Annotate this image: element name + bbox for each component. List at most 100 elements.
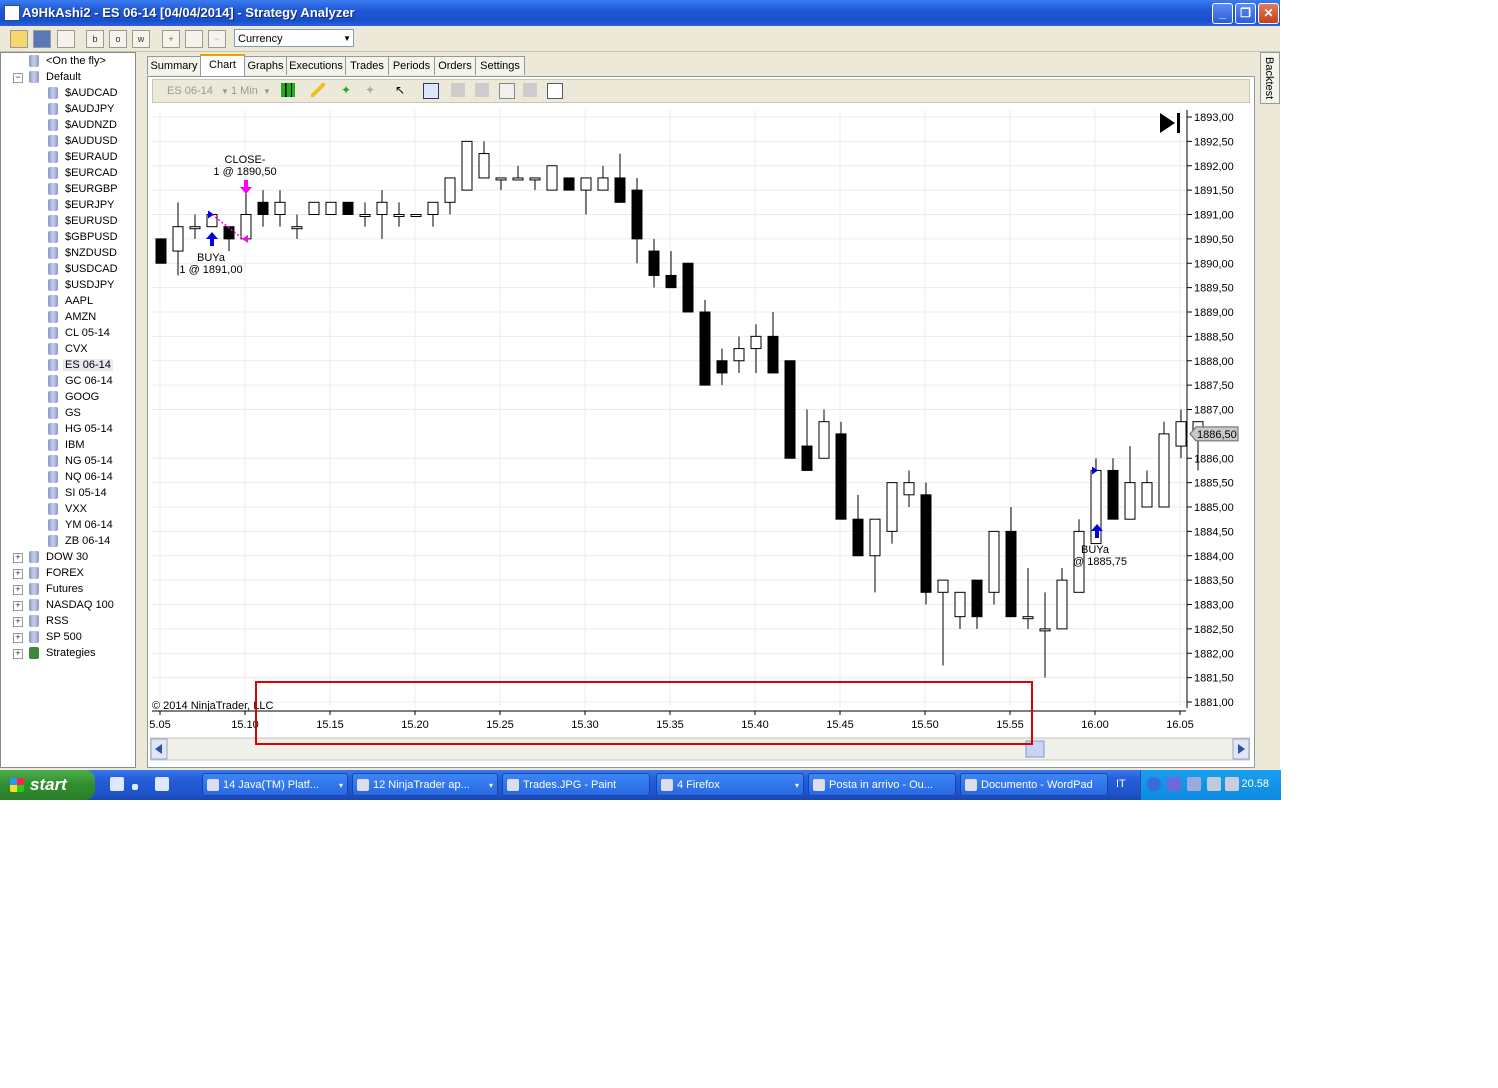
price-chart[interactable]: 1893,00 1892,50 1892,00 1891,50 1891,00 1890,… — [150, 104, 1250, 764]
tab-summary[interactable]: Summary — [147, 56, 201, 75]
walkforward-w-button[interactable]: w — [132, 30, 150, 48]
taskbar-button[interactable]: 12 NinjaTrader ap... ▾ — [352, 773, 498, 796]
expand-icon[interactable]: + — [13, 569, 23, 579]
current-price-label: 1886,50 — [1197, 429, 1237, 441]
y-tick-label: 1890,50 — [1194, 234, 1234, 246]
database-icon — [29, 599, 39, 611]
close-button[interactable]: ✕ — [1258, 3, 1279, 24]
interval-select[interactable]: 1 Min — [231, 85, 258, 97]
taskbar-button[interactable]: Trades.JPG - Paint — [502, 773, 650, 796]
taskbar-button[interactable]: Posta in arrivo - Ou... — [808, 773, 956, 796]
database-icon — [48, 487, 58, 499]
candle-body — [767, 335, 779, 374]
candle-body — [699, 311, 711, 386]
backtest-b-button[interactable]: b — [86, 30, 104, 48]
expand-icon[interactable]: + — [13, 553, 23, 563]
tree-item-label: HG 05-14 — [65, 423, 113, 435]
candle-body — [393, 214, 405, 217]
instrument-select[interactable]: ES 06-14 — [167, 85, 213, 97]
main-toolbar: b o w + − — [0, 26, 1280, 52]
zoom-icon[interactable] — [423, 83, 439, 99]
add-icon[interactable]: + — [162, 30, 180, 48]
data-box-icon[interactable] — [499, 83, 515, 99]
pencil-icon[interactable] — [311, 83, 325, 97]
tree-item-label: $NZDUSD — [65, 247, 117, 259]
expand-icon[interactable]: + — [13, 585, 23, 595]
notepad-icon[interactable] — [155, 777, 169, 791]
maximize-button[interactable]: ❐ — [1235, 3, 1256, 24]
edit-icon[interactable] — [185, 30, 203, 48]
database-icon — [29, 551, 39, 563]
network-icon[interactable] — [1187, 777, 1201, 791]
tab-executions[interactable]: Executions — [286, 56, 346, 75]
task-label: Trades.JPG - Paint — [523, 779, 617, 791]
tray-app-icon[interactable] — [1167, 777, 1181, 791]
highlight-box — [255, 681, 1033, 745]
add-indicator-icon[interactable]: ✦ — [341, 83, 355, 97]
candle-body — [903, 482, 915, 496]
taskbar-button[interactable]: 4 Firefox ▾ — [656, 773, 804, 796]
tree-item-label: ES 06-14 — [63, 359, 113, 371]
quicklaunch-small-icon[interactable] — [132, 784, 138, 790]
backtest-side-tab[interactable]: Backtest — [1260, 52, 1280, 104]
title-bar[interactable]: A9HkAshi2 - ES 06-14 [04/04/2014] - Stra… — [0, 0, 1280, 26]
candle-body — [784, 360, 796, 459]
optimize-o-button[interactable]: o — [109, 30, 127, 48]
cursor-icon[interactable]: ↖ — [395, 83, 409, 97]
candle-body — [359, 214, 371, 217]
tray-expand-icon[interactable] — [1147, 777, 1161, 791]
bar-spacing-icon[interactable] — [475, 83, 489, 97]
collapse-icon[interactable]: − — [13, 73, 23, 83]
quicklaunch-icon[interactable] — [110, 777, 124, 791]
print-icon[interactable] — [57, 30, 75, 48]
y-tick-label: 1891,50 — [1194, 185, 1234, 197]
tab-graphs[interactable]: Graphs — [244, 56, 287, 75]
task-label: 4 Firefox — [677, 779, 720, 791]
language-indicator[interactable]: IT — [1116, 778, 1126, 790]
currency-select[interactable]: Currency ▼ — [234, 29, 354, 47]
y-tick-label: 1881,50 — [1194, 673, 1234, 685]
tab-orders[interactable]: Orders — [434, 56, 476, 75]
close-annotation-detail: 1 @ 1890,50 — [213, 166, 276, 178]
window-title: A9HkAshi2 - ES 06-14 [04/04/2014] - Stra… — [22, 5, 355, 20]
remove-indicator-icon[interactable]: ✦ — [365, 83, 379, 97]
minimize-button[interactable]: _ — [1212, 3, 1233, 24]
expand-icon[interactable]: + — [13, 633, 23, 643]
close-arrow — [240, 180, 252, 194]
open-folder-icon[interactable] — [10, 30, 28, 48]
task-label: 12 NinjaTrader ap... — [373, 779, 470, 791]
tree-item-label: NG 05-14 — [65, 455, 113, 467]
tree-item-label: $EURJPY — [65, 199, 115, 211]
tab-periods[interactable]: Periods — [388, 56, 435, 75]
expand-icon[interactable]: + — [13, 601, 23, 611]
taskbar-button[interactable]: Documento - WordPad — [960, 773, 1108, 796]
volume-icon[interactable] — [1207, 777, 1221, 791]
expand-icon[interactable]: + — [13, 649, 23, 659]
remove-icon[interactable]: − — [208, 30, 226, 48]
y-tick-label: 1887,50 — [1194, 380, 1234, 392]
candle-body — [1005, 530, 1017, 618]
monitor-icon[interactable] — [1225, 777, 1239, 791]
taskbar-button[interactable]: 14 Java(TM) Platf... ▾ — [202, 773, 348, 796]
snapshot-icon[interactable] — [523, 83, 537, 97]
tab-trades[interactable]: Trades — [345, 56, 389, 75]
expand-icon[interactable]: + — [13, 617, 23, 627]
candle-body — [325, 201, 337, 215]
tree-item-label: DOW 30 — [46, 551, 89, 563]
tree-item-label: CVX — [65, 343, 88, 355]
y-tick-label: 1883,00 — [1194, 600, 1234, 612]
save-icon[interactable] — [33, 30, 51, 48]
database-icon — [48, 343, 58, 355]
properties-icon[interactable] — [451, 83, 465, 97]
database-icon — [48, 407, 58, 419]
start-button[interactable]: start — [0, 770, 95, 800]
x-tick-label: 15.20 — [401, 719, 429, 731]
task-icon — [661, 779, 673, 791]
candle-body — [529, 177, 541, 181]
tab-settings[interactable]: Settings — [475, 56, 525, 75]
currency-select-value: Currency — [238, 33, 283, 45]
tree-item-label: Futures — [46, 583, 84, 595]
window-icon[interactable] — [547, 83, 563, 99]
tab-chart[interactable]: Chart — [200, 54, 245, 77]
chart-style-icon[interactable] — [281, 83, 295, 97]
